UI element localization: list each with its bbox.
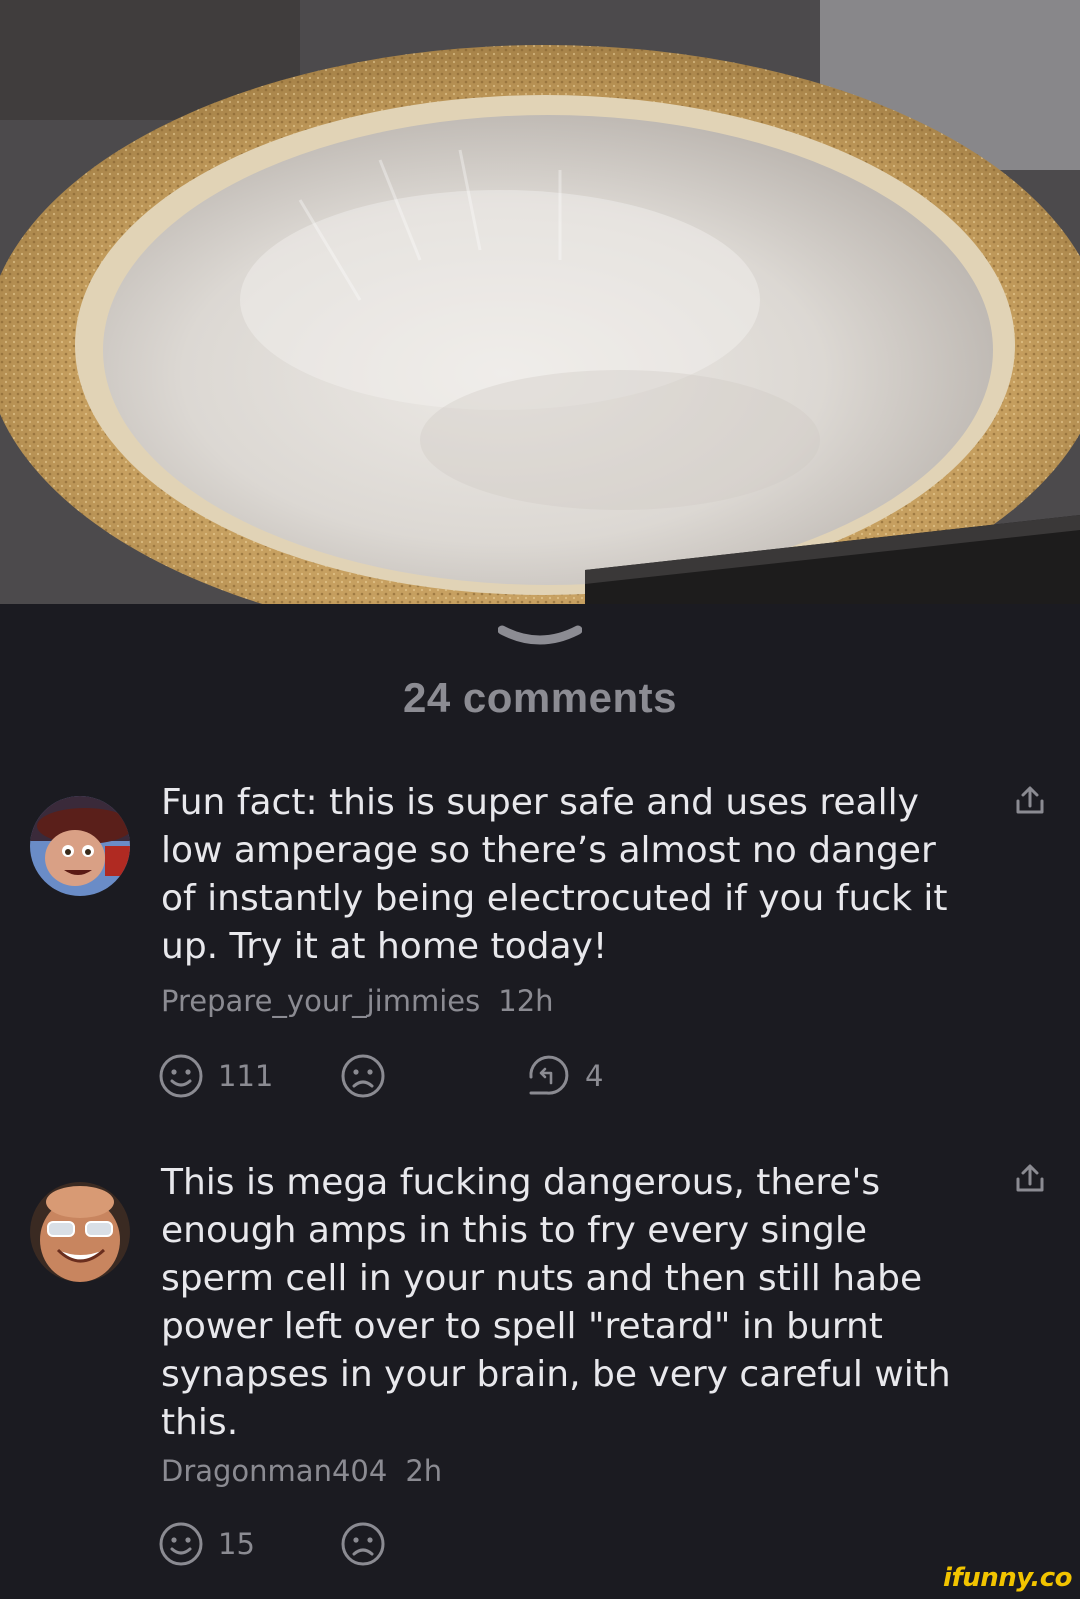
reply-button[interactable]: 4 xyxy=(525,1052,603,1100)
comment-time: 2h xyxy=(405,1454,443,1488)
smile-button[interactable]: 111 xyxy=(158,1052,273,1100)
post-image-art xyxy=(0,0,1080,604)
comments-sheet: 24 comments Fun fact: this is super safe… xyxy=(0,604,1080,1599)
post-image[interactable] xyxy=(0,0,1080,604)
smile-count: 111 xyxy=(218,1059,274,1093)
avatar-image xyxy=(30,1182,130,1282)
smile-icon xyxy=(159,1522,203,1566)
comment-username[interactable]: Dragonman404 xyxy=(161,1454,387,1488)
frown-button[interactable] xyxy=(340,1520,400,1568)
frown-button[interactable] xyxy=(340,1052,400,1100)
comments-count-title: 24 comments xyxy=(403,674,677,721)
comment-meta: Dragonman404 2h xyxy=(161,1454,442,1488)
reply-count: 4 xyxy=(585,1059,604,1093)
ifunny-watermark: ifunny.co xyxy=(943,1563,1072,1593)
frown-icon xyxy=(341,1054,385,1098)
reply-icon xyxy=(529,1055,569,1095)
share-icon[interactable] xyxy=(1013,784,1047,818)
smile-icon xyxy=(159,1054,203,1098)
comment-username[interactable]: Prepare_your_jimmies xyxy=(161,984,480,1018)
smile-button[interactable]: 15 xyxy=(158,1520,255,1568)
avatar[interactable] xyxy=(30,796,130,896)
avatar-image xyxy=(30,796,130,896)
smile-count: 15 xyxy=(218,1527,255,1561)
comment-meta: Prepare_your_jimmies 12h xyxy=(161,984,554,1018)
comment-text: This is mega fucking dangerous, there's … xyxy=(161,1162,951,1443)
frown-icon xyxy=(341,1522,385,1566)
avatar[interactable] xyxy=(30,1182,130,1282)
comment-text: Fun fact: this is super safe and uses re… xyxy=(161,782,948,967)
share-icon[interactable] xyxy=(1013,1162,1047,1196)
chevron-down-icon[interactable] xyxy=(498,624,582,650)
comment-time: 12h xyxy=(498,984,554,1018)
